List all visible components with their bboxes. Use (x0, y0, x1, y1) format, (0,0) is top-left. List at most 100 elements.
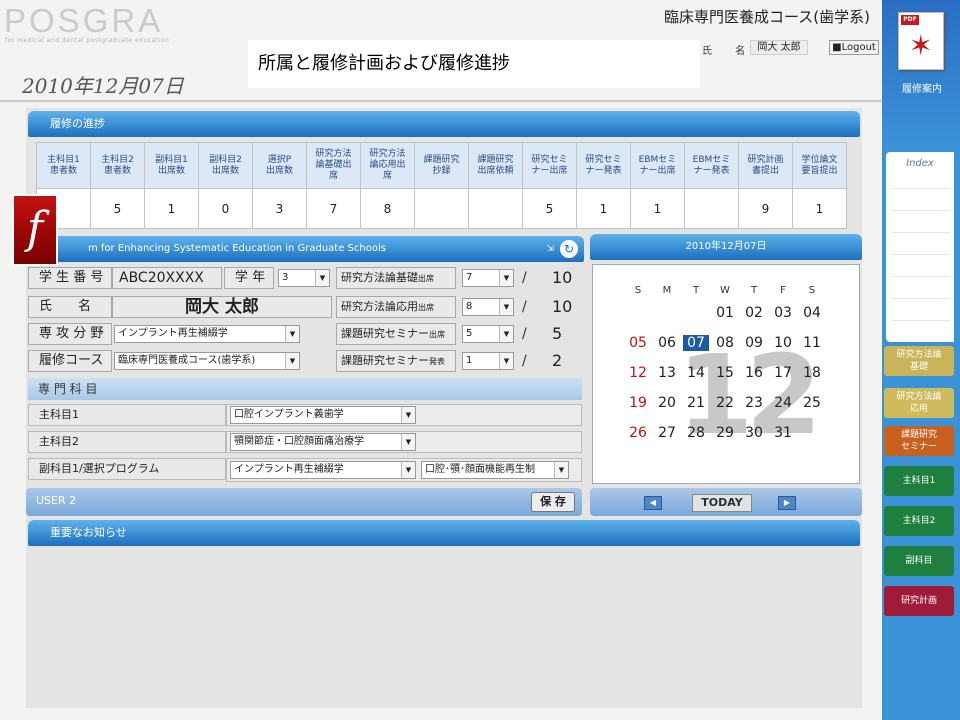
major-label: 専 攻 分 野 (28, 323, 112, 345)
sidebar-nav-button[interactable]: 研究方法論 基礎 (884, 346, 954, 376)
notice-header: 重要なお知らせ (28, 520, 860, 546)
index-line (892, 298, 950, 299)
calendar-day[interactable]: 12 (625, 365, 651, 381)
calendar-day[interactable]: 30 (741, 425, 767, 441)
year-select-value: 3 (282, 272, 289, 283)
attendance-suffix: 出席 (418, 303, 434, 312)
calendar-day[interactable]: 09 (741, 335, 767, 351)
calendar-day[interactable]: 20 (654, 395, 680, 411)
main1-select-value: 口腔インプラント義歯学 (234, 409, 344, 420)
chevron-down-icon: ▼ (401, 462, 415, 478)
calendar-day[interactable]: 27 (654, 425, 680, 441)
calendar-day[interactable]: 29 (712, 425, 738, 441)
calendar-day[interactable]: 21 (683, 395, 709, 411)
calendar-day[interactable]: 05 (625, 335, 651, 351)
index-line (892, 254, 950, 255)
calendar-day[interactable]: 04 (799, 305, 825, 321)
progress-value-cell: 1 (630, 188, 685, 229)
calendar-day[interactable]: 11 (799, 335, 825, 351)
calendar-day[interactable]: 24 (770, 395, 796, 411)
attendance-label: 課題研究セミナー発表 (336, 350, 456, 372)
progress-value-cell (414, 188, 469, 229)
sidebar-nav-button[interactable]: 主科目1 (884, 466, 954, 496)
attendance-select[interactable]: 8 ▼ (462, 298, 514, 316)
sub-label: 副科目1/選択プログラム (28, 458, 226, 480)
logout-button[interactable]: ■Logout (829, 40, 879, 55)
main1-select[interactable]: 口腔インプラント義歯学 ▼ (230, 406, 416, 424)
calendar-day[interactable]: 06 (654, 335, 680, 351)
refresh-icon[interactable]: ↻ (560, 240, 578, 258)
calendar-day[interactable]: 16 (741, 365, 767, 381)
program-select[interactable]: 口腔･顎･顔面機能再生制 ▼ (421, 461, 569, 479)
progress-table: 主科目1 患者数 主科目2 患者数 副科目1 出席数 副科目2 出席数 選択P 出席数 研究方法 論基… (36, 142, 847, 229)
calendar-day[interactable]: 28 (683, 425, 709, 441)
pdf-icon[interactable]: PDF ✶ (898, 12, 944, 70)
user-bar (26, 488, 582, 516)
slash-separator: / (522, 353, 527, 369)
attendance-select-value: 7 (466, 272, 473, 283)
progress-header-cell: 研究方法 論応用出席 (360, 142, 415, 189)
attendance-select-value: 8 (466, 301, 473, 312)
progress-header-cell: 主科目2 患者数 (90, 142, 145, 189)
progress-value-cell: 1 (792, 188, 847, 229)
progress-value-cell: 8 (360, 188, 415, 229)
today-button[interactable]: TODAY (692, 494, 752, 512)
attendance-select-value: 5 (466, 328, 473, 339)
slash-separator: / (522, 270, 527, 286)
sidebar-nav-button[interactable]: 主科目2 (884, 506, 954, 536)
progress-value-cell: 3 (252, 188, 307, 229)
progress-value-cell: 7 (306, 188, 361, 229)
app-window: POSGRA for medical and dental postgradua… (0, 0, 960, 720)
calendar-day[interactable]: 17 (770, 365, 796, 381)
calendar-day[interactable]: 08 (712, 335, 738, 351)
sub-select[interactable]: インプラント再生補綴学 ▼ (230, 461, 416, 479)
course-label: 履修コース (28, 350, 112, 372)
sidebar-nav-button[interactable]: 副科目 (884, 546, 954, 576)
next-month-icon[interactable]: ▶ (778, 496, 796, 510)
calendar: 12 S M T W T F S 01 02 03 04 05 06 07 08 09 10 11 12 13 14 15… (592, 264, 860, 484)
major-select[interactable]: インプラント再生補綴学 ▼ (114, 325, 300, 343)
save-button[interactable]: 保 存 (531, 492, 575, 512)
calendar-day[interactable]: 10 (770, 335, 796, 351)
sidebar-nav-button[interactable]: 研究計画 (884, 586, 954, 616)
calendar-day[interactable]: 07 (683, 335, 709, 351)
calendar-day[interactable]: 31 (770, 425, 796, 441)
calendar-day[interactable]: 22 (712, 395, 738, 411)
prev-month-icon[interactable]: ◀ (644, 496, 662, 510)
calendar-day[interactable]: 26 (625, 425, 651, 441)
year-select[interactable]: 3 ▼ (278, 269, 330, 287)
attendance-suffix: 発表 (429, 357, 445, 366)
calendar-day[interactable]: 02 (741, 305, 767, 321)
course-title: 臨床専門医養成コース(歯学系) (664, 8, 870, 26)
attendance-label: 研究方法論基礎出席 (336, 267, 456, 289)
course-select[interactable]: 臨床専門医養成コース(歯学系) ▼ (114, 352, 300, 370)
calendar-day[interactable]: 14 (683, 365, 709, 381)
attendance-label-text: 課題研究セミナー (341, 327, 429, 340)
expand-icon[interactable]: ⇲ (546, 236, 554, 262)
main2-select[interactable]: 顎関節症・口腔顔面痛治療学 ▼ (230, 433, 416, 451)
attendance-select[interactable]: 5 ▼ (462, 325, 514, 343)
guide-label[interactable]: 履修案内 (886, 80, 958, 95)
calendar-day[interactable]: 15 (712, 365, 738, 381)
chevron-down-icon: ▼ (401, 434, 415, 450)
chevron-down-icon: ▼ (285, 353, 299, 369)
calendar-day[interactable]: 01 (712, 305, 738, 321)
calendar-day[interactable]: 13 (654, 365, 680, 381)
student-no-value: ABC20XXXX (112, 267, 222, 289)
calendar-day[interactable]: 03 (770, 305, 796, 321)
notice-title: 重要なお知らせ (50, 526, 127, 539)
attendance-select[interactable]: 1 ▼ (462, 352, 514, 370)
chevron-down-icon: ▼ (401, 407, 415, 423)
sidebar-nav-button[interactable]: 課題研究 セミナー (884, 426, 954, 456)
weekday-header: W (720, 285, 730, 296)
sidebar-nav-button[interactable]: 研究方法論 応用 (884, 388, 954, 418)
calendar-day[interactable]: 19 (625, 395, 651, 411)
calendar-day[interactable]: 25 (799, 395, 825, 411)
student-no-label: 学 生 番 号 (28, 267, 112, 289)
attendance-label-text: 研究方法論基礎 (341, 271, 418, 284)
name-label: 氏 名 (28, 296, 112, 318)
calendar-day[interactable]: 23 (741, 395, 767, 411)
attendance-select[interactable]: 7 ▼ (462, 269, 514, 287)
calendar-day[interactable]: 18 (799, 365, 825, 381)
user-label: USER 2 (36, 494, 77, 507)
